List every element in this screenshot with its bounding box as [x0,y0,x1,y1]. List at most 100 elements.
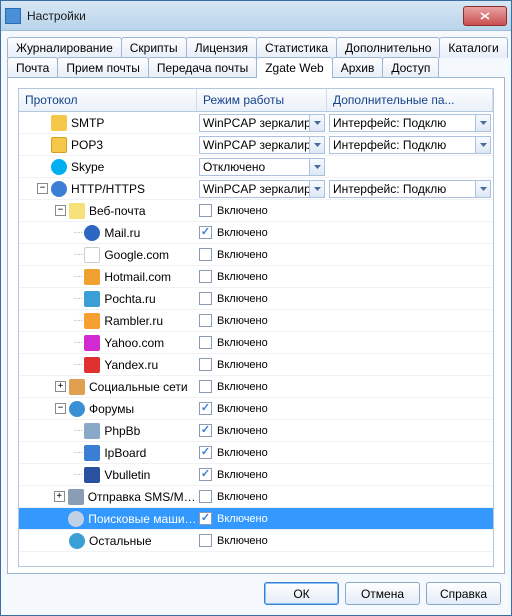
yahoo-icon [84,335,100,351]
phpbb-icon [84,423,100,439]
col-protocol[interactable]: Протокол [19,89,197,111]
enabled-checkbox[interactable] [199,468,212,481]
protocol-label: Yandex.ru [104,358,158,372]
tree-line: ···· [73,337,82,348]
table-row[interactable]: +Социальные сетиВключено [19,376,493,398]
tree-line: ···· [73,293,82,304]
enabled-checkbox[interactable] [199,248,212,261]
enabled-checkbox[interactable] [199,270,212,283]
table-row[interactable]: −ФорумыВключено [19,398,493,420]
titlebar[interactable]: Настройки [1,1,511,31]
enabled-checkbox[interactable] [199,424,212,437]
close-button[interactable] [463,6,507,26]
tab-архив[interactable]: Архив [332,57,384,78]
tab-доступ[interactable]: Доступ [382,57,439,78]
tab-скрипты[interactable]: Скрипты [121,37,187,58]
table-row[interactable]: Поисковые машины Включено [19,508,493,530]
enabled-checkbox[interactable] [199,446,212,459]
tree-line: ···· [73,447,82,458]
table-row[interactable]: ОстальныеВключено [19,530,493,552]
enabled-checkbox[interactable] [199,292,212,305]
checkbox-label: Включено [217,315,268,327]
rambler-icon [84,313,100,329]
protocol-label: Форумы [89,402,134,416]
protocol-label: Google.com [104,248,169,262]
chevron-down-icon[interactable] [475,115,490,131]
other-icon [69,533,85,549]
table-row[interactable]: −HTTP/HTTPSWinPCAP зеркалировИнтерфейс: … [19,178,493,200]
chevron-down-icon[interactable] [475,137,490,153]
table-row[interactable]: SMTPWinPCAP зеркалировИнтерфейс: Подклю [19,112,493,134]
tab-zgate-web[interactable]: Zgate Web [256,57,332,78]
table-row[interactable]: ···· Yahoo.com Включено [19,332,493,354]
tab-дополнительно[interactable]: Дополнительно [336,37,440,58]
skype-icon [51,159,67,175]
collapse-icon[interactable]: − [55,205,66,216]
mode-combo[interactable]: Интерфейс: Подклю [329,114,491,132]
table-row[interactable]: POP3WinPCAP зеркалировИнтерфейс: Подклю [19,134,493,156]
table-row[interactable]: − Веб-почта Включено [19,200,493,222]
enabled-checkbox[interactable] [199,534,212,547]
ok-button[interactable]: ОК [264,582,339,605]
chevron-down-icon[interactable] [309,115,324,131]
yandex-icon [84,357,100,373]
table-row[interactable]: ····Yandex.ruВключено [19,354,493,376]
expand-icon[interactable]: + [55,381,66,392]
enabled-checkbox[interactable] [199,490,212,503]
collapse-icon[interactable]: − [55,403,66,414]
tab-журналирование[interactable]: Журналирование [7,37,122,58]
protocol-label: Поисковые машины [88,512,197,526]
chevron-down-icon[interactable] [475,181,490,197]
table-row[interactable]: ····IpBoardВключено [19,442,493,464]
protocol-label: Yahoo.com [104,336,164,350]
mode-combo[interactable]: WinPCAP зеркалиров [199,180,325,198]
tab-каталоги[interactable]: Каталоги [439,37,507,58]
tab-прием-почты[interactable]: Прием почты [57,57,149,78]
enabled-checkbox[interactable] [199,380,212,393]
tab-передача-почты[interactable]: Передача почты [148,57,257,78]
chevron-down-icon[interactable] [309,159,324,175]
expand-icon[interactable]: + [54,491,65,502]
col-extra[interactable]: Дополнительные па... [327,89,493,111]
table-row[interactable]: ····VbulletinВключено [19,464,493,486]
tab-статистика[interactable]: Статистика [256,37,337,58]
enabled-checkbox[interactable] [199,402,212,415]
protocol-label: Веб-почта [89,204,146,218]
col-mode[interactable]: Режим работы [197,89,327,111]
chevron-down-icon[interactable] [309,137,324,153]
checkbox-label: Включено [217,469,268,481]
table-row[interactable]: +Отправка SMS/MMSВключено [19,486,493,508]
help-button[interactable]: Справка [426,582,501,605]
mode-combo[interactable]: Отключено [199,158,325,176]
chevron-down-icon[interactable] [309,181,324,197]
mode-combo[interactable]: WinPCAP зеркалиров [199,114,325,132]
mode-combo[interactable]: Интерфейс: Подклю [329,180,491,198]
enabled-checkbox[interactable] [199,314,212,327]
table-row[interactable]: ····Rambler.ruВключено [19,310,493,332]
app-icon [5,8,21,24]
mode-combo[interactable]: Интерфейс: Подклю [329,136,491,154]
table-row[interactable]: Skype Отключено [19,156,493,178]
mode-combo[interactable]: WinPCAP зеркалиров [199,136,325,154]
enabled-checkbox[interactable] [199,512,212,525]
table-row[interactable]: ····Google.comВключено [19,244,493,266]
enabled-checkbox[interactable] [199,336,212,349]
protocol-label: Skype [71,160,104,174]
checkbox-label: Включено [217,205,268,217]
enabled-checkbox[interactable] [199,226,212,239]
checkbox-label: Включено [217,447,268,459]
table-row[interactable]: ····Pochta.ruВключено [19,288,493,310]
collapse-icon[interactable]: − [37,183,48,194]
table-row[interactable]: ····Mail.ruВключено [19,222,493,244]
cancel-button[interactable]: Отмена [345,582,420,605]
vb-icon [84,467,100,483]
ipb-icon [84,445,100,461]
tab-почта[interactable]: Почта [7,57,58,78]
enabled-checkbox[interactable] [199,358,212,371]
table-row[interactable]: ····PhpBbВключено [19,420,493,442]
checkbox-label: Включено [217,337,268,349]
checkbox-label: Включено [217,513,268,525]
enabled-checkbox[interactable] [199,204,212,217]
tab-лицензия[interactable]: Лицензия [186,37,257,58]
table-row[interactable]: ····Hotmail.comВключено [19,266,493,288]
